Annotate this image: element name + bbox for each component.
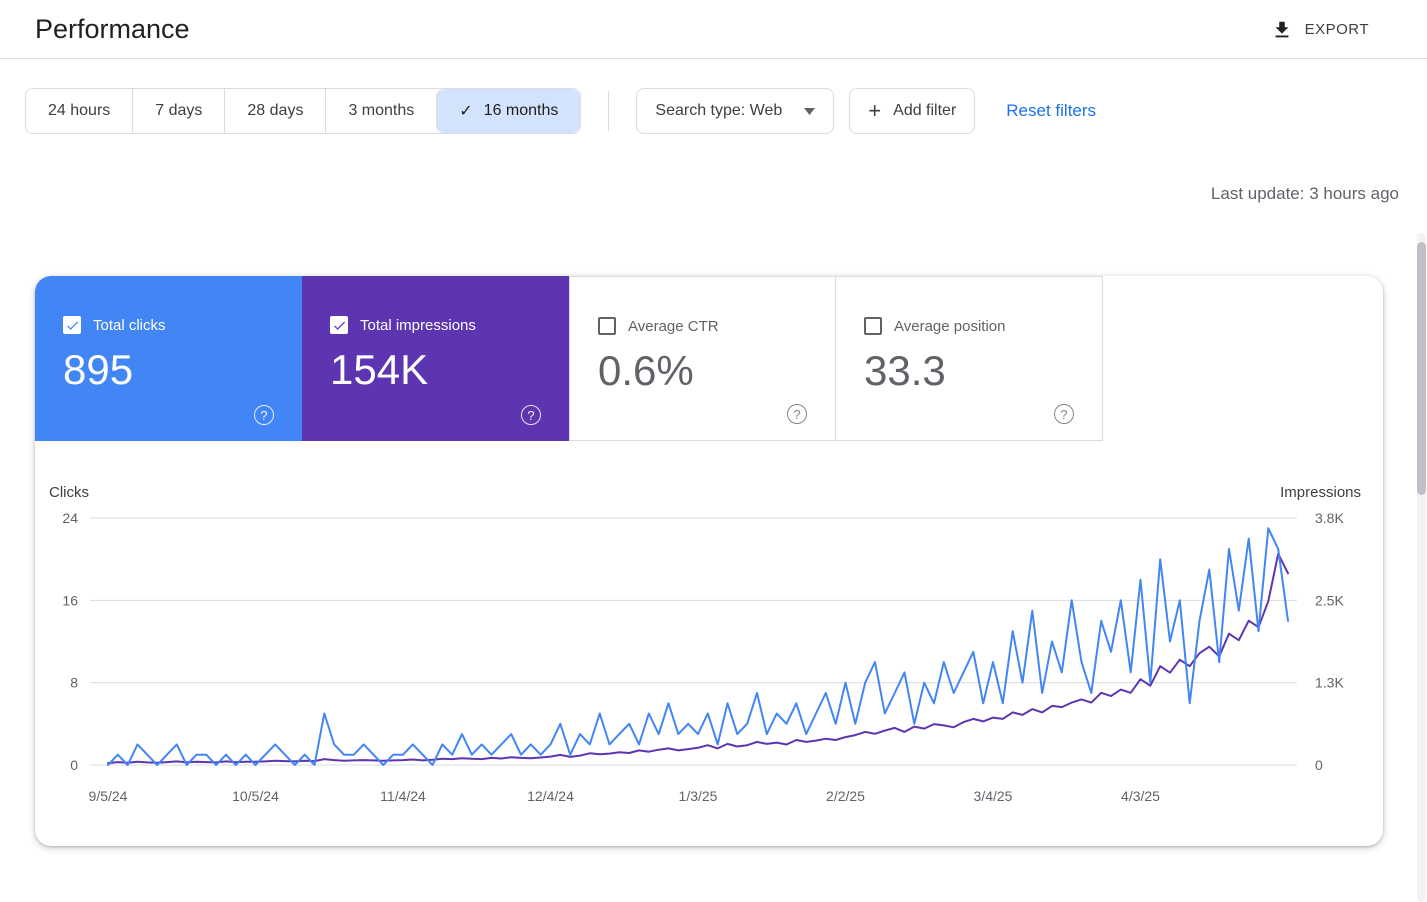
x-axis-tick: 1/3/25 xyxy=(679,788,718,804)
metric-cards: Total clicks 895 ? Total impressions 154… xyxy=(35,276,1383,441)
x-axis-tick: 12/4/24 xyxy=(527,788,574,804)
export-label: EXPORT xyxy=(1304,21,1369,38)
left-axis-tick: 16 xyxy=(62,592,78,608)
metric-total-impressions[interactable]: Total impressions 154K ? xyxy=(302,276,569,441)
date-range-28-days[interactable]: 28 days xyxy=(224,89,326,133)
x-axis-tick: 11/4/24 xyxy=(380,788,426,804)
filter-toolbar: 24 hours 7 days 28 days 3 months ✓ 16 mo… xyxy=(0,88,1427,134)
add-filter-button[interactable]: + Add filter xyxy=(849,88,976,134)
last-update-status: Last update: 3 hours ago xyxy=(1210,184,1399,203)
date-range-24-hours[interactable]: 24 hours xyxy=(26,89,133,133)
performance-chart[interactable]: 0 0 8 1.3K 16 2.5K 24 3.8K Clicks Impressions 9/5/… xyxy=(35,441,1383,846)
metric-value: 895 xyxy=(63,346,134,393)
right-axis-tick: 2.5K xyxy=(1315,592,1344,608)
right-axis-tick: 0 xyxy=(1315,757,1323,773)
date-range-16-months[interactable]: ✓ 16 months xyxy=(436,89,581,133)
help-icon[interactable]: ? xyxy=(521,405,541,425)
date-range-3-months[interactable]: 3 months xyxy=(325,89,437,133)
x-axis-tick: 3/4/25 xyxy=(974,788,1013,804)
download-icon xyxy=(1271,19,1293,41)
metric-label: Average CTR xyxy=(628,317,719,335)
right-axis-tick: 3.8K xyxy=(1315,510,1344,526)
x-axis-tick: 2/2/25 xyxy=(826,788,865,804)
performance-card: Total clicks 895 ? Total impressions 154… xyxy=(35,276,1383,846)
metric-label: Average position xyxy=(894,317,1006,335)
help-icon[interactable]: ? xyxy=(1054,404,1074,424)
metric-label: Total clicks xyxy=(93,316,166,334)
header-divider xyxy=(0,58,1427,59)
help-icon[interactable]: ? xyxy=(787,404,807,424)
left-axis-tick: 24 xyxy=(62,510,78,526)
toolbar-divider xyxy=(608,91,610,131)
search-type-dropdown[interactable]: Search type: Web xyxy=(636,88,835,134)
plus-icon: + xyxy=(868,98,882,123)
checkbox-average-position[interactable] xyxy=(864,317,882,335)
metric-value: 0.6% xyxy=(598,347,694,394)
metric-total-clicks[interactable]: Total clicks 895 ? xyxy=(35,276,302,441)
x-axis-tick: 4/3/25 xyxy=(1121,788,1160,804)
metric-average-position[interactable]: Average position 33.3 ? xyxy=(836,276,1103,441)
date-range-group: 24 hours 7 days 28 days 3 months ✓ 16 mo… xyxy=(25,88,582,134)
series-clicks xyxy=(107,527,1289,766)
dropdown-caret-icon xyxy=(804,107,816,115)
export-button[interactable]: EXPORT xyxy=(1265,18,1375,42)
metric-average-ctr[interactable]: Average CTR 0.6% ? xyxy=(569,276,836,441)
checkbox-total-clicks[interactable] xyxy=(63,316,81,334)
check-icon: ✓ xyxy=(459,103,473,120)
left-axis-tick: 0 xyxy=(70,757,78,773)
page-title: Performance xyxy=(35,14,190,44)
left-axis-tick: 8 xyxy=(70,675,78,691)
help-icon[interactable]: ? xyxy=(254,405,274,425)
metric-value: 33.3 xyxy=(864,347,946,394)
reset-filters-link[interactable]: Reset filters xyxy=(1006,101,1096,121)
x-axis-tick: 10/5/24 xyxy=(232,788,279,804)
x-axis-tick: 9/5/24 xyxy=(89,788,128,804)
checkbox-average-ctr[interactable] xyxy=(598,317,616,335)
metric-value: 154K xyxy=(330,346,429,393)
checkbox-total-impressions[interactable] xyxy=(330,316,348,334)
series-impressions xyxy=(107,552,1289,765)
page-header: Performance EXPORT xyxy=(0,0,1427,58)
scrollbar-thumb[interactable] xyxy=(1417,242,1426,495)
right-axis-title: Impressions xyxy=(1280,484,1361,501)
left-axis-title: Clicks xyxy=(49,484,89,501)
right-axis-tick: 1.3K xyxy=(1315,675,1344,691)
date-range-7-days[interactable]: 7 days xyxy=(132,89,225,133)
metric-label: Total impressions xyxy=(360,316,476,334)
